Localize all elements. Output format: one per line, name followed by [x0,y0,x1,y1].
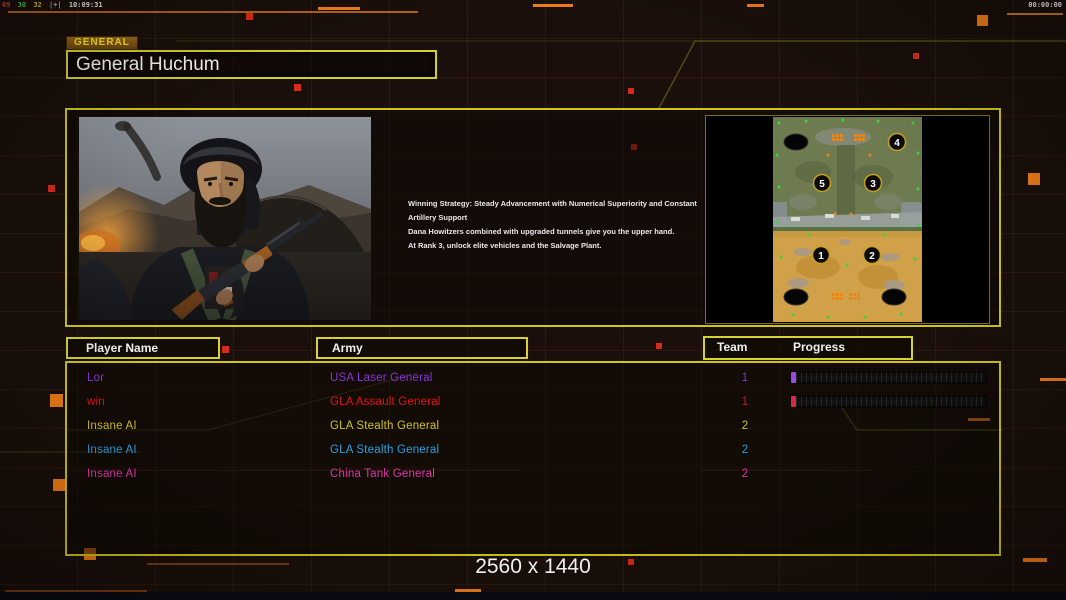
general-info-panel: Winning Strategy: Steady Advancement wit… [55,108,1001,327]
player-name: Insane AI [87,468,137,480]
header-player-name: Player Name [66,337,220,359]
debug-segment: |+| [48,1,62,9]
strategy-line: Winning Strategy: Steady Advancement wit… [408,199,697,222]
debug-segment: 32 [33,1,42,9]
general-name: General Huchum [76,54,220,75]
players-table: Lor USA Laser General 1 win GLA Assault … [65,361,1001,556]
debug-clock: 10:09:31 [68,1,103,9]
player-team: 2 [741,468,749,480]
header-progress-label: Progress [793,340,846,354]
table-row: Insane AI GLA Stealth General 2 [67,414,999,438]
player-army: GLA Stealth General [330,444,440,456]
general-portrait [55,117,371,323]
match-timer: 00:00:00 [1028,1,1062,9]
header-army: Army [316,337,528,359]
start-position-marker: 1 [818,251,824,262]
debug-overlay-text: 09 30 32 |+| 10:09:31 [2,1,106,9]
header-player-name-label: Player Name [86,341,159,355]
start-position-marker: 2 [869,251,875,262]
loading-screen: 09 30 32 |+| 10:09:31 00:00:00 GENERAL G… [0,0,1066,600]
strategy-text: Winning Strategy: Steady Advancement wit… [408,197,708,253]
debug-segment: 30 [17,1,27,9]
header-team-label: Team [717,340,748,354]
minimap: 4 5 3 1 2 [773,117,922,322]
start-position-marker: 3 [870,179,876,190]
header-army-label: Army [332,341,363,355]
table-row: win GLA Assault General 1 [67,390,999,414]
player-team: 2 [741,420,749,432]
loading-progress-fill [791,372,796,383]
table-row: Insane AI GLA Stealth General 2 [67,438,999,462]
player-team: 1 [741,396,749,408]
start-position-marker: 4 [894,138,900,149]
player-team: 1 [741,372,749,384]
strategy-line: Dana Howitzers combined with upgraded tu… [408,227,675,236]
resolution-label: 2560 x 1440 [475,555,591,578]
player-army: USA Laser General [330,372,433,384]
player-team: 2 [741,444,749,456]
loading-progress-bar [790,395,987,408]
table-row: Insane AI China Tank General 2 [67,462,999,486]
player-name: Insane AI [87,420,137,432]
minimap-panel: 4 5 3 1 2 [705,115,990,324]
bottom-strip-decoration [0,592,1066,600]
player-army: GLA Stealth General [330,420,440,432]
table-row: Lor USA Laser General 1 [67,366,999,390]
header-team-progress: Team Progress [703,336,913,360]
general-portrait-art [55,117,371,323]
player-name: win [87,396,105,408]
start-position-marker: 5 [819,179,825,190]
loading-progress-fill [791,396,796,407]
strategy-line: At Rank 3, unlock elite vehicles and the… [408,241,602,250]
player-army: China Tank General [330,468,436,480]
minimap-art: 4 5 3 1 2 [773,117,922,322]
general-tab-label: GENERAL [66,36,138,50]
debug-segment: 09 [2,1,11,9]
general-title-box: General Huchum [66,50,437,79]
player-name: Insane AI [87,444,137,456]
player-name: Lor [87,372,105,384]
player-army: GLA Assault General [330,396,441,408]
loading-progress-bar [790,371,987,384]
